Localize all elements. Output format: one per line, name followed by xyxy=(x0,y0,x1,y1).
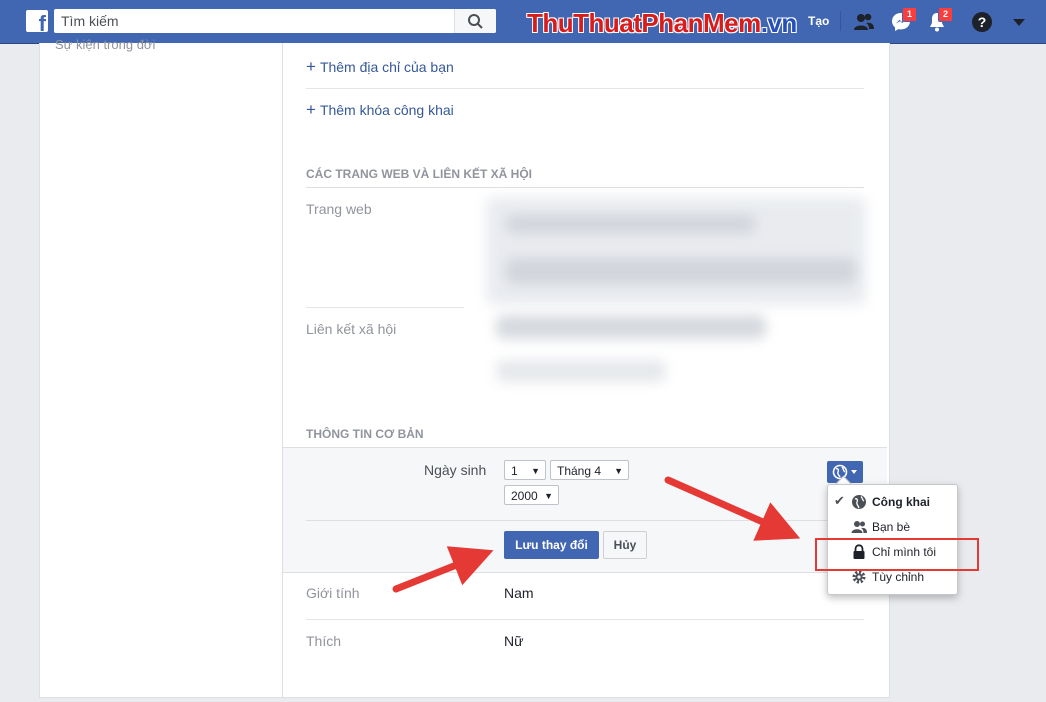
annotation-arrow-to-save xyxy=(392,546,494,593)
annotation-arrow-to-menu xyxy=(664,476,801,541)
annotation-arrows xyxy=(392,476,801,593)
